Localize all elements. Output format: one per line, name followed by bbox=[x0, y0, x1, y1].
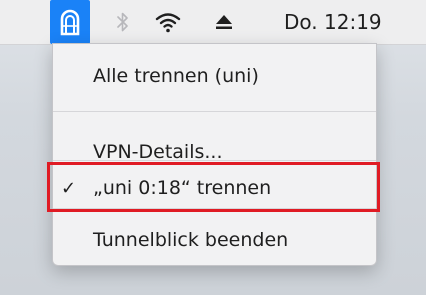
menu-item-vpn-details[interactable]: VPN-Details... bbox=[53, 132, 376, 172]
bluetooth-status-item[interactable] bbox=[110, 0, 136, 44]
checkmark-icon: ✓ bbox=[61, 177, 77, 199]
menu-item-disconnect-uni[interactable]: ✓ „uni 0:18“ trennen bbox=[53, 168, 376, 208]
menu-bar: Do. 12:19 bbox=[0, 0, 426, 45]
eject-icon bbox=[216, 15, 232, 29]
menu-item-label: „uni 0:18“ trennen bbox=[93, 177, 272, 199]
wifi-icon bbox=[155, 13, 181, 33]
menu-bar-clock[interactable]: Do. 12:19 bbox=[258, 0, 408, 44]
tunnelblick-dropdown-menu: Alle trennen (uni) VPN-Details... ✓ „uni… bbox=[52, 43, 377, 266]
eject-status-item[interactable] bbox=[200, 0, 248, 44]
tunnelblick-vpn-icon bbox=[60, 9, 80, 36]
bluetooth-icon bbox=[117, 12, 128, 32]
menu-item-label: Tunnelblick beenden bbox=[93, 229, 289, 251]
menu-separator bbox=[53, 160, 376, 161]
menu-separator bbox=[53, 208, 376, 209]
tunnelblick-status-item[interactable] bbox=[50, 0, 90, 44]
menu-item-disconnect-all[interactable]: Alle trennen (uni) bbox=[53, 56, 376, 96]
menu-item-label: Alle trennen (uni) bbox=[93, 65, 259, 87]
menu-separator bbox=[53, 111, 376, 112]
wifi-status-item[interactable] bbox=[142, 0, 194, 44]
menu-item-quit-tunnelblick[interactable]: Tunnelblick beenden bbox=[53, 220, 376, 260]
